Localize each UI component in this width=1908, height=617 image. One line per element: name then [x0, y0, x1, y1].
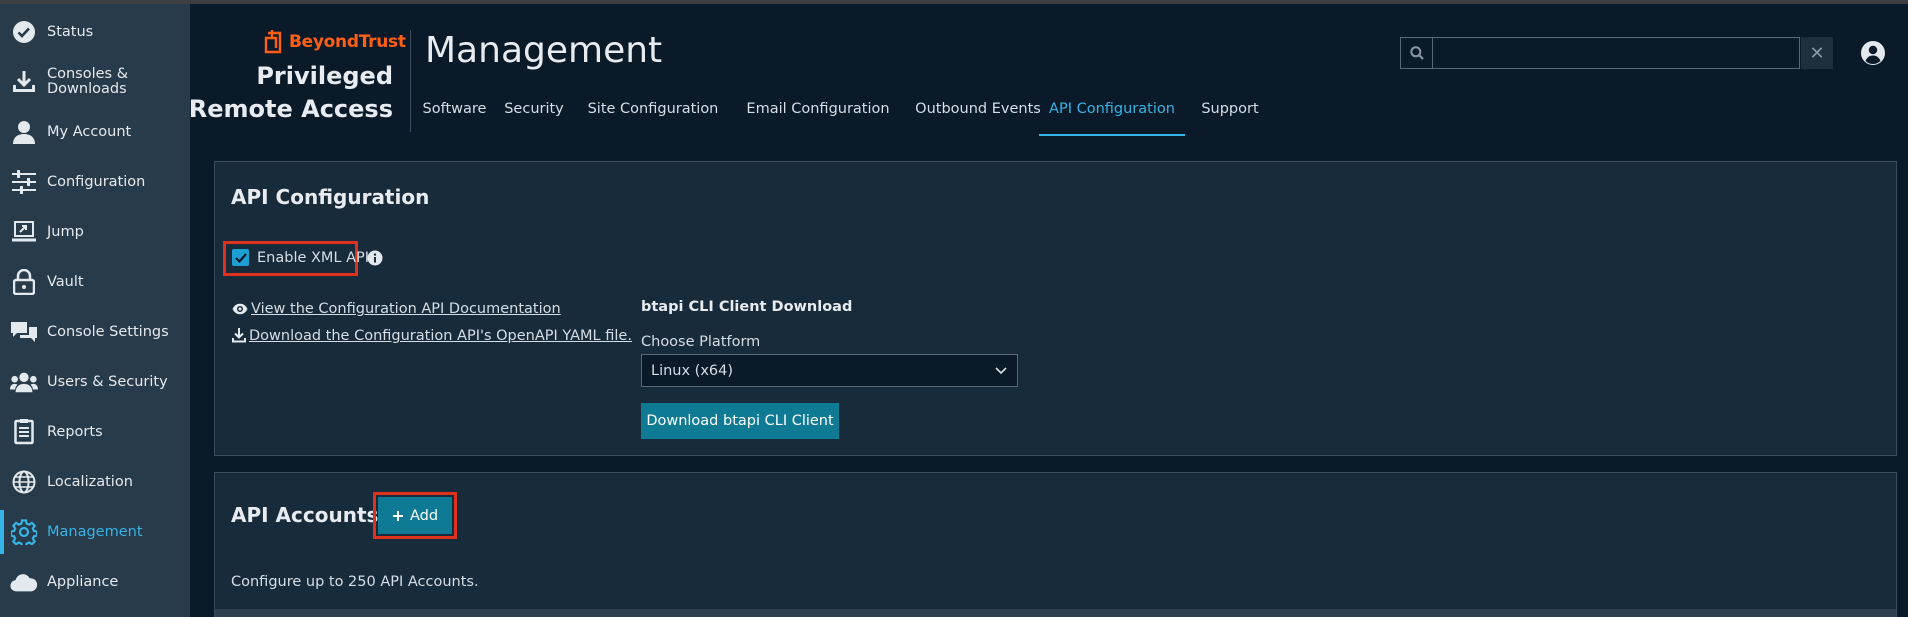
search-input[interactable] — [1433, 38, 1799, 68]
sidebar-item-status[interactable]: Status — [0, 10, 190, 54]
api-accounts-title: API Accounts — [231, 503, 379, 527]
add-api-account-button[interactable]: Add — [378, 497, 452, 534]
sidebar-item-vault[interactable]: Vault — [0, 260, 190, 304]
brand-logo: BeyondTrust — [263, 30, 406, 54]
user-icon — [10, 118, 38, 146]
download-icon — [10, 68, 38, 96]
user-profile-icon[interactable] — [1860, 40, 1886, 66]
sidebar-item-label: Localization — [47, 473, 133, 490]
sidebar-item-label: Appliance — [47, 573, 119, 590]
sidebar-item-localization[interactable]: Localization — [0, 460, 190, 504]
gear-icon — [10, 518, 38, 546]
search-clear-button[interactable]: ✕ — [1801, 37, 1833, 69]
tab-site-configuration[interactable]: Site Configuration — [587, 96, 719, 136]
sidebar-item-label: Management — [47, 523, 143, 540]
sidebar-item-label: Console Settings — [47, 323, 169, 340]
jump-icon — [10, 218, 38, 246]
add-button-label: Add — [409, 507, 439, 524]
api-accounts-panel: API Accounts Add Configure up to 250 API… — [214, 472, 1897, 617]
chat-icon — [10, 318, 38, 346]
report-icon — [10, 418, 38, 446]
globe-icon — [10, 468, 38, 496]
api-configuration-panel: API Configuration Enable XML API View th… — [214, 161, 1897, 456]
sidebar-item-appliance[interactable]: Appliance — [0, 560, 190, 604]
cloud-icon — [10, 568, 38, 596]
sidebar-item-reports[interactable]: Reports — [0, 410, 190, 454]
search-icon[interactable] — [1401, 38, 1433, 68]
sidebar-item-label: My Account — [47, 123, 132, 140]
sidebar-item-label: Status — [47, 23, 94, 40]
sidebar-item-label: Vault — [47, 273, 84, 290]
info-icon[interactable] — [367, 250, 383, 266]
product-line-2: Remote Access — [188, 95, 393, 123]
sidebar: Status Consoles & Downloads My Account C… — [0, 4, 190, 617]
download-openapi-yaml-link[interactable]: Download the Configuration API's OpenAPI… — [249, 328, 632, 344]
download-icon — [232, 328, 246, 343]
header-divider — [410, 30, 411, 132]
top-border — [0, 0, 1908, 4]
lock-icon — [10, 268, 38, 296]
chevron-down-icon — [995, 367, 1007, 375]
download-cli-button[interactable]: Download btapi CLI Client — [641, 403, 839, 439]
sidebar-item-label: Configuration — [47, 173, 146, 190]
tab-api-configuration[interactable]: API Configuration — [1039, 96, 1185, 136]
sliders-icon — [10, 168, 38, 196]
product-line-1: Privileged — [256, 62, 393, 90]
view-api-docs-link[interactable]: View the Configuration API Documentation — [251, 301, 561, 317]
page-title: Management — [425, 30, 663, 71]
sidebar-item-management[interactable]: Management — [0, 510, 190, 554]
sidebar-item-my-account[interactable]: My Account — [0, 110, 190, 154]
sidebar-item-label: Users & Security — [47, 373, 168, 390]
sidebar-item-jump[interactable]: Jump — [0, 210, 190, 254]
choose-platform-label: Choose Platform — [641, 334, 761, 350]
eye-icon — [232, 303, 248, 315]
product-name: Privileged Remote Access — [189, 60, 393, 126]
tab-support[interactable]: Support — [1195, 96, 1265, 136]
table-header-strip — [215, 609, 1896, 617]
users-icon — [10, 368, 38, 396]
sidebar-item-users-security[interactable]: Users & Security — [0, 360, 190, 404]
sidebar-item-console-settings[interactable]: Console Settings — [0, 310, 190, 354]
cli-download-heading: btapi CLI Client Download — [641, 299, 853, 315]
tab-security[interactable]: Security — [501, 96, 567, 136]
enable-xml-checkbox[interactable] — [232, 249, 249, 266]
sidebar-item-label: Jump — [47, 223, 84, 240]
search-box — [1400, 37, 1800, 69]
tab-software[interactable]: Software — [412, 96, 497, 136]
api-accounts-description: Configure up to 250 API Accounts. — [231, 574, 479, 590]
api-configuration-title: API Configuration — [231, 185, 430, 209]
tab-email-configuration[interactable]: Email Configuration — [742, 96, 894, 136]
sidebar-item-label: Consoles & Downloads — [47, 66, 129, 97]
plus-icon — [392, 510, 403, 521]
enable-xml-label[interactable]: Enable XML API — [257, 250, 369, 266]
platform-select-value: Linux (x64) — [651, 362, 734, 379]
brand-name: BeyondTrust — [289, 32, 406, 52]
beyondtrust-logo-icon — [264, 30, 282, 54]
check-circle-icon — [10, 18, 38, 46]
tab-outbound-events[interactable]: Outbound Events — [906, 96, 1050, 136]
platform-select[interactable]: Linux (x64) — [641, 354, 1018, 387]
close-icon: ✕ — [1809, 42, 1825, 64]
sidebar-item-consoles-downloads[interactable]: Consoles & Downloads — [0, 60, 190, 104]
sidebar-item-label: Reports — [47, 423, 103, 440]
sidebar-item-configuration[interactable]: Configuration — [0, 160, 190, 204]
